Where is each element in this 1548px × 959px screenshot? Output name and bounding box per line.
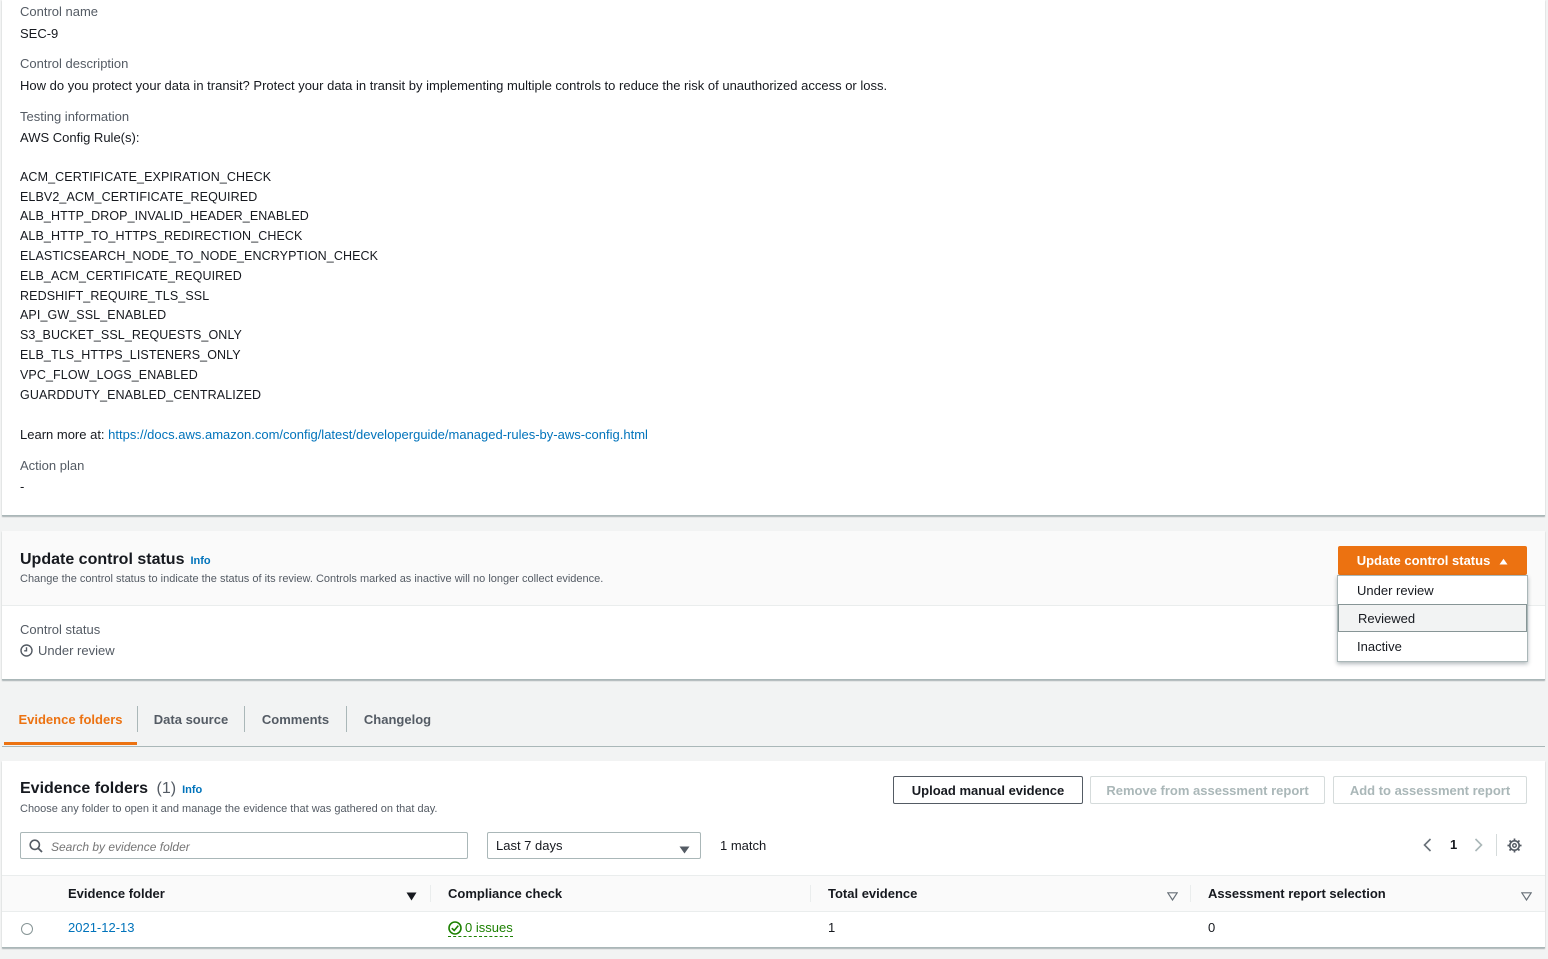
config-rule: ELASTICSEARCH_NODE_TO_NODE_ENCRYPTION_CH… (20, 249, 379, 263)
sort-descending-icon[interactable] (406, 889, 417, 904)
match-count: 1 match (720, 838, 767, 853)
config-rule: GUARDDUTY_ENABLED_CENTRALIZED (20, 388, 262, 402)
control-description-label: Control description (20, 56, 129, 71)
total-evidence-cell: 1 (828, 920, 836, 935)
status-info-link[interactable]: Info (190, 555, 210, 567)
column-header-total-evidence[interactable]: Total evidence (828, 876, 917, 911)
page-number[interactable]: 1 (1450, 837, 1457, 852)
tab-changelog[interactable]: Changelog (347, 696, 448, 742)
learn-more-prefix: Learn more at: (20, 427, 109, 442)
config-rule: ELB_TLS_HTTPS_LISTENERS_ONLY (20, 348, 241, 362)
search-icon (29, 839, 43, 856)
column-header-assessment-report-selection[interactable]: Assessment report selection (1208, 876, 1386, 911)
evidence-folders-title: Evidence folders (1) Info (20, 780, 202, 798)
config-rule: ACM_CERTIFICATE_EXPIRATION_CHECK (20, 170, 272, 184)
config-rule: ALB_HTTP_DROP_INVALID_HEADER_ENABLED (20, 209, 309, 223)
chevron-right-icon[interactable] (1474, 838, 1483, 855)
config-rule: ALB_HTTP_TO_HTTPS_REDIRECTION_CHECK (20, 229, 303, 243)
row-radio-button[interactable] (21, 923, 33, 935)
control-status-text: Under review (38, 643, 115, 658)
clock-icon (20, 644, 33, 657)
config-rule: ELBV2_ACM_CERTIFICATE_REQUIRED (20, 190, 258, 204)
config-rule: S3_BUCKET_SSL_REQUESTS_ONLY (20, 328, 242, 342)
gear-icon[interactable] (1507, 838, 1522, 856)
status-panel-header: Update control status Info Change the con… (2, 531, 1545, 606)
tab-data-source[interactable]: Data source (138, 696, 244, 742)
column-header-evidence-folder[interactable]: Evidence folder (68, 876, 165, 911)
sort-icon[interactable] (1520, 889, 1533, 904)
tab-comments[interactable]: Comments (245, 696, 346, 742)
compliance-check-text: 0 issues (465, 920, 513, 935)
update-control-status-button[interactable]: Update control status (1338, 546, 1527, 575)
config-rule: VPC_FLOW_LOGS_ENABLED (20, 368, 198, 382)
learn-more-link[interactable]: https://docs.aws.amazon.com/config/lates… (108, 427, 648, 442)
action-plan-value: - (20, 479, 25, 494)
status-panel-title: Update control status Info (20, 551, 211, 569)
testing-info-label: Testing information (20, 109, 130, 124)
config-rules-label: AWS Config Rule(s): (20, 130, 140, 145)
control-status-value: Under review (20, 643, 115, 658)
column-divider (810, 885, 811, 902)
divider (1496, 834, 1497, 856)
evidence-folders-subtitle: Choose any folder to open it and manage … (20, 803, 438, 815)
evidence-folder-link[interactable]: 2021-12-13 (68, 920, 135, 935)
control-status-menu: Under review Reviewed Inactive (1337, 575, 1528, 662)
evidence-search-field[interactable] (20, 832, 468, 859)
status-panel-subtitle: Change the control status to indicate th… (20, 573, 604, 585)
evidence-folders-title-text: Evidence folders (20, 780, 149, 797)
control-description-value: How do you protect your data in transit?… (20, 78, 888, 93)
menu-item-inactive[interactable]: Inactive (1338, 632, 1527, 660)
tab-bar: Evidence folders Data source Comments Ch… (2, 696, 1545, 747)
status-panel-title-text: Update control status (20, 551, 185, 568)
search-input[interactable] (49, 836, 453, 857)
report-selection-cell: 0 (1208, 920, 1216, 935)
date-range-value: Last 7 days (496, 838, 563, 853)
sort-icon[interactable] (1166, 889, 1179, 904)
upload-manual-evidence-button[interactable]: Upload manual evidence (893, 776, 1083, 804)
date-range-select[interactable]: Last 7 days (487, 832, 701, 859)
action-plan-label: Action plan (20, 458, 85, 473)
config-rule: REDSHIFT_REQUIRE_TLS_SSL (20, 289, 210, 303)
update-control-status-panel: Update control status Info Change the con… (2, 531, 1545, 680)
control-details-panel: Control name SEC-9 Control description H… (2, 0, 1545, 516)
column-divider (430, 885, 431, 902)
update-control-status-label: Update control status (1356, 553, 1491, 568)
check-circle-icon (448, 920, 462, 935)
control-name-value: SEC-9 (20, 26, 59, 41)
config-rule: ELB_ACM_CERTIFICATE_REQUIRED (20, 269, 242, 283)
evidence-folders-count: (1) (156, 780, 177, 797)
control-status-label: Control status (20, 622, 101, 637)
caret-down-icon (679, 842, 690, 857)
add-to-report-button[interactable]: Add to assessment report (1333, 776, 1527, 804)
compliance-check-cell[interactable]: 0 issues (448, 920, 513, 937)
menu-item-reviewed[interactable]: Reviewed (1338, 604, 1527, 632)
tab-evidence-folders[interactable]: Evidence folders (4, 696, 137, 745)
caret-up-icon (1499, 553, 1508, 568)
remove-from-report-button[interactable]: Remove from assessment report (1090, 776, 1325, 804)
column-divider (1190, 885, 1191, 902)
control-name-label: Control name (20, 4, 99, 19)
column-header-compliance-check[interactable]: Compliance check (448, 876, 562, 911)
evidence-info-link[interactable]: Info (182, 784, 202, 796)
menu-item-under-review[interactable]: Under review (1338, 576, 1527, 604)
learn-more: Learn more at: https://docs.aws.amazon.c… (20, 427, 648, 442)
config-rule: API_GW_SSL_ENABLED (20, 308, 167, 322)
evidence-folders-panel: Evidence folders (1) Info Choose any fold… (2, 761, 1545, 948)
chevron-left-icon[interactable] (1423, 838, 1432, 855)
table-header: Evidence folder Compliance check Total e… (2, 875, 1545, 912)
